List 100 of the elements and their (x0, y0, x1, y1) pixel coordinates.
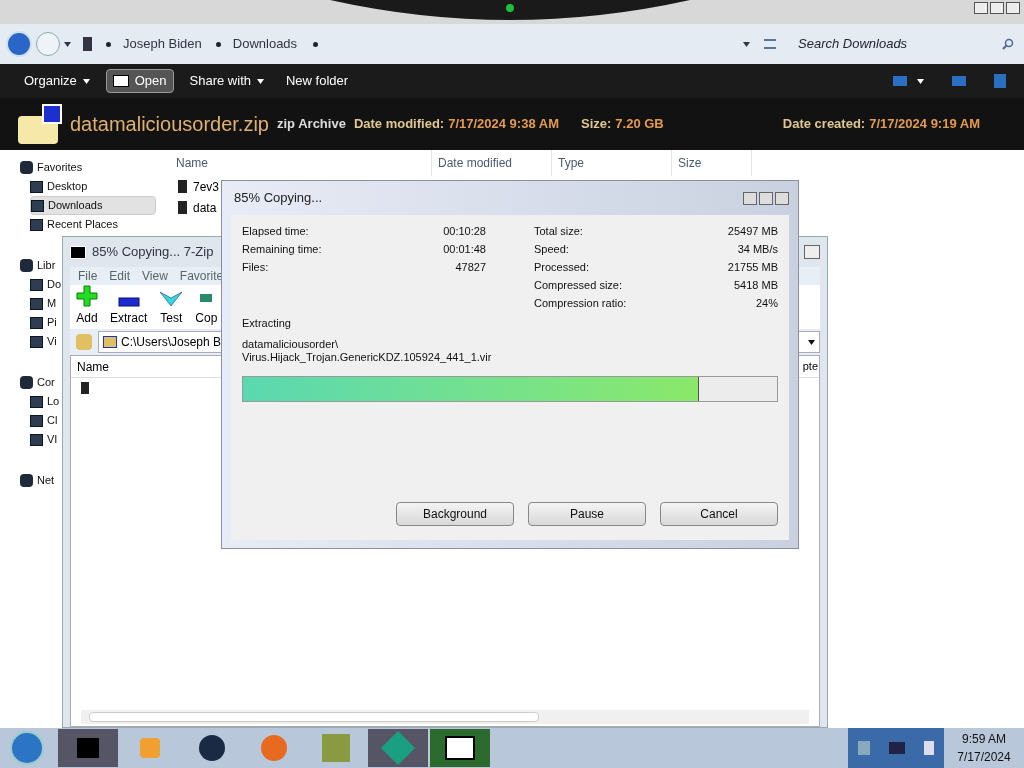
stat-label: Compression ratio: (534, 296, 627, 311)
folder-icon (31, 199, 44, 212)
column-header[interactable]: Name (71, 357, 115, 376)
stat-value: 21755 MB (727, 260, 778, 275)
detail-label: Date created: (782, 115, 866, 134)
nav-item[interactable]: M (30, 294, 57, 313)
horizontal-scrollbar[interactable] (81, 710, 809, 724)
toolbar-button[interactable]: Share with (183, 69, 270, 93)
folder-icon (20, 474, 33, 487)
nav-item[interactable]: Pi (30, 313, 57, 332)
zip-file-icon (103, 336, 117, 348)
stat-label: Elapsed time: (242, 224, 309, 239)
nav-item[interactable]: Lo (30, 392, 60, 411)
file-icon (178, 180, 187, 193)
toolbar-button[interactable]: Add (76, 285, 98, 327)
computer-icon (83, 37, 92, 51)
close-button[interactable] (1006, 2, 1020, 14)
nav-item[interactable]: VI (30, 430, 58, 449)
folder-icon (30, 316, 43, 329)
stat-value: 5418 MB (733, 278, 778, 293)
folder-icon (30, 433, 43, 446)
search-icon (1002, 38, 1014, 50)
menu-item[interactable]: Favorite (179, 267, 224, 285)
breadcrumb-item[interactable]: Downloads (232, 34, 298, 54)
caret-icon (82, 78, 90, 84)
nav-item[interactable]: Cl (30, 411, 58, 430)
toolbar-button[interactable]: Open (105, 69, 174, 93)
dropdown-caret-icon (808, 339, 815, 345)
nav-item[interactable]: Recent Places (30, 215, 118, 234)
dropdown-caret-icon (743, 41, 750, 47)
stat-label: Remaining time: (242, 242, 322, 257)
stat-label: Total size: (534, 224, 583, 239)
stat-value: 00:01:48 (443, 242, 486, 257)
menu-item[interactable]: File (78, 267, 98, 285)
toolbar-button[interactable]: Extract (110, 297, 148, 327)
stat-label: Processed: (534, 260, 590, 275)
dialog-button[interactable]: Cancel (660, 502, 778, 526)
stat-label: Compressed size: (534, 278, 623, 293)
breadcrumb-item[interactable]: Joseph Biden (123, 34, 202, 54)
stat-value: 24% (755, 296, 778, 311)
file-name[interactable]: data (193, 198, 217, 217)
nav-item[interactable]: Cor (20, 373, 55, 392)
folder-icon (20, 376, 33, 389)
stat-value: 25497 MB (727, 224, 778, 239)
column-header[interactable]: Name (170, 150, 432, 176)
start-button[interactable] (10, 731, 44, 765)
folder-icon (30, 297, 43, 310)
menu-item[interactable]: View (142, 267, 168, 285)
folder-icon (20, 161, 33, 174)
minus-icon (117, 297, 140, 307)
dialog-button[interactable]: Pause (528, 502, 646, 526)
detail-value: 7/17/2024 9:38 AM (448, 115, 559, 134)
caret-icon (257, 78, 264, 84)
folder-icon (20, 259, 33, 272)
caret-icon (917, 78, 924, 84)
app-logo-icon (70, 245, 86, 259)
minimize-button[interactable] (743, 191, 757, 205)
close-button[interactable] (775, 191, 789, 205)
file-path-text: datamaliciousorder\ (242, 337, 339, 351)
nav-item[interactable]: Libr (20, 256, 56, 275)
column-header[interactable]: pte (802, 358, 819, 375)
dialog-button[interactable]: Background (396, 502, 514, 526)
close-button[interactable] (804, 245, 820, 259)
stat-value: 47827 (455, 260, 486, 275)
minimize-button[interactable] (974, 2, 988, 14)
nav-item[interactable]: Vi (30, 332, 57, 351)
file-name[interactable]: 7ev3 (193, 177, 220, 196)
column-header[interactable]: Size (672, 150, 752, 176)
taskbar-app-icon[interactable] (430, 729, 490, 767)
toolbar-button[interactable]: New folder (280, 69, 355, 93)
file-icon (81, 382, 89, 394)
file-icon (178, 201, 187, 214)
nav-item[interactable]: Favorites (20, 158, 83, 177)
toolbar-button[interactable]: Test (159, 291, 184, 327)
window-title: 85% Copying... 7-Zip (92, 243, 214, 262)
file-path-text: Virus.Hijack_Trojan.GenericKDZ.105924_441_1.vir (242, 350, 493, 364)
folder-icon (30, 278, 43, 291)
toolbar-button[interactable]: Organize (18, 69, 96, 93)
toolbar-button[interactable]: Cop (195, 289, 218, 327)
dialog-title: 85% Copying... (234, 189, 323, 208)
back-button[interactable] (6, 31, 32, 57)
menu-item[interactable]: Edit (109, 267, 131, 285)
nav-item[interactable]: Desktop (30, 177, 88, 196)
file-name: datamaliciousorder.zip (70, 112, 269, 137)
check-icon (159, 291, 184, 307)
detail-value: 7.20 GB (615, 115, 664, 134)
clock-date[interactable]: 7/17/2024 (957, 748, 1011, 766)
forward-button[interactable] (36, 32, 60, 56)
clock-time[interactable]: 9:59 AM (962, 730, 1006, 748)
maximize-button[interactable] (990, 2, 1004, 14)
nav-item[interactable]: Downloads (30, 196, 156, 215)
search-field[interactable]: Search Downloads (798, 34, 1002, 54)
stat-label: Files: (242, 260, 269, 275)
plus-icon (76, 285, 98, 307)
column-header[interactable]: Type (552, 150, 672, 176)
maximize-button[interactable] (759, 191, 773, 205)
folder-icon (30, 395, 43, 408)
nav-item[interactable]: Do (30, 275, 62, 294)
column-header[interactable]: Date modified (432, 150, 552, 176)
nav-item[interactable]: Net (20, 471, 55, 490)
